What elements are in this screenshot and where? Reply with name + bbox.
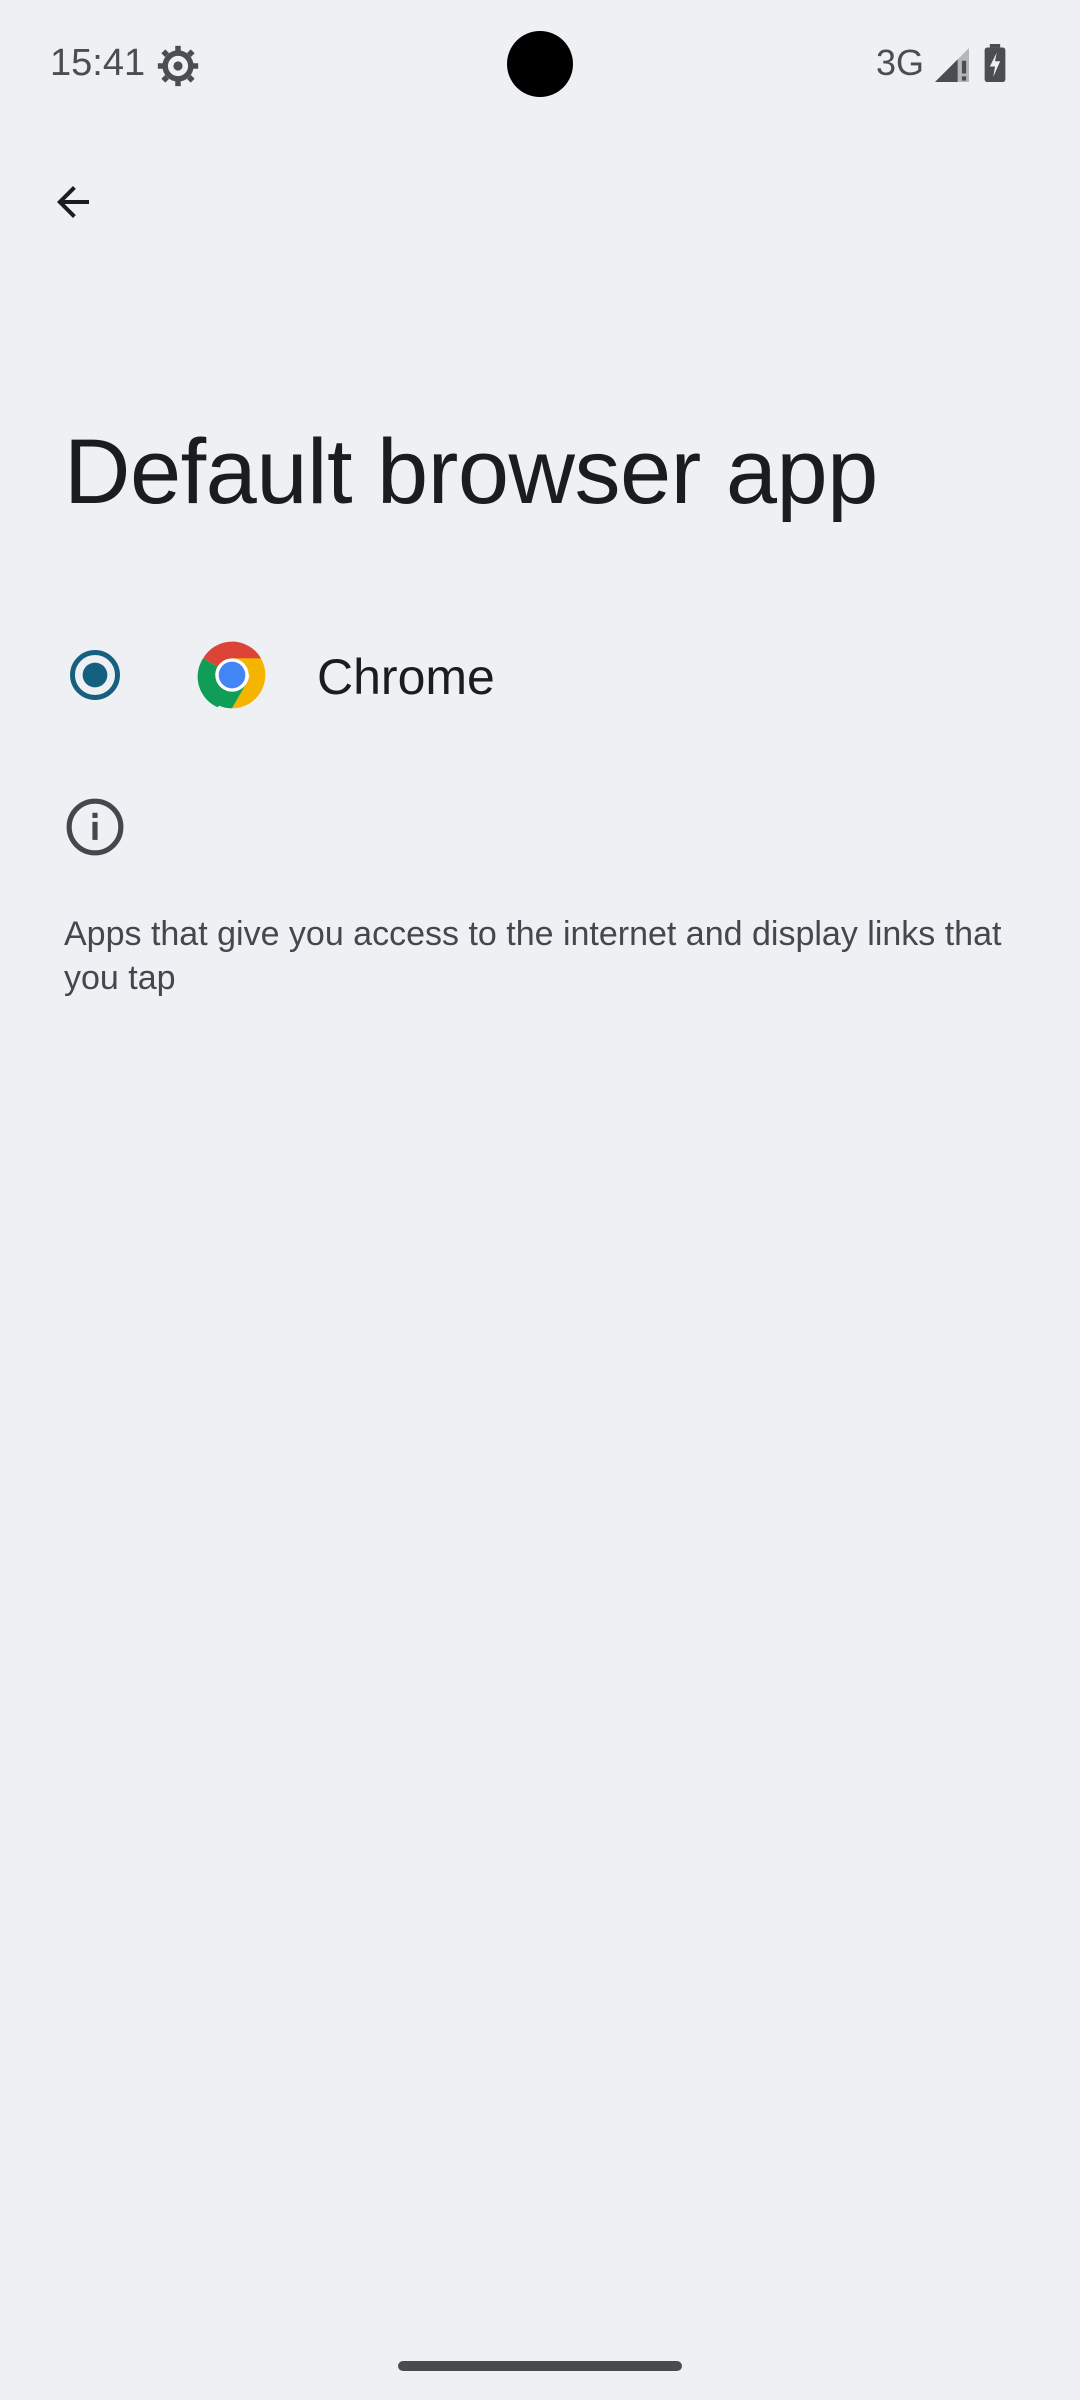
app-option-chrome[interactable] xyxy=(0,598,1080,753)
arrow-back-icon xyxy=(57,186,89,218)
status-bar: 15:41 3G xyxy=(0,0,1080,128)
page-title: Default browser app xyxy=(64,421,878,523)
settings-gear-icon xyxy=(157,45,199,87)
back-button[interactable] xyxy=(0,128,146,276)
radio-selected-icon xyxy=(70,650,120,700)
info-description: Apps that give you access to the interne… xyxy=(64,915,1002,997)
gesture-nav-handle[interactable] xyxy=(398,2361,682,2371)
top-app-bar xyxy=(0,128,1080,276)
battery-charging-icon xyxy=(984,44,1006,82)
app-name-label: Chrome xyxy=(317,649,495,705)
info-icon xyxy=(66,798,124,856)
status-time: 15:41 xyxy=(50,42,146,84)
chrome-logo-icon xyxy=(197,641,266,709)
signal-icon xyxy=(935,48,969,82)
radio-button-selected[interactable] xyxy=(52,633,138,717)
camera-cutout xyxy=(507,31,573,97)
network-type: 3G xyxy=(876,42,925,83)
